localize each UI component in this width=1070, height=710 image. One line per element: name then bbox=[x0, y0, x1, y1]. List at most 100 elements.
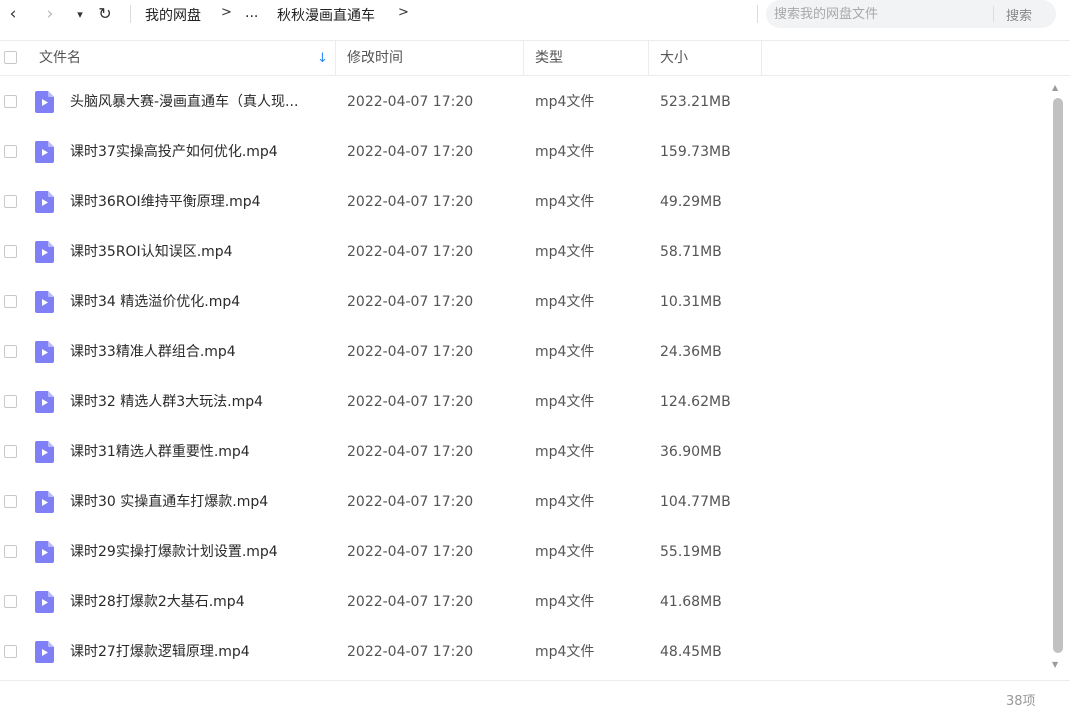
breadcrumb-separator: > bbox=[398, 5, 409, 20]
back-icon[interactable]: ‹ bbox=[3, 4, 23, 24]
row-checkbox[interactable] bbox=[4, 145, 17, 158]
breadcrumb-ellipsis[interactable]: ... bbox=[245, 5, 258, 21]
file-type: mp4文件 bbox=[535, 644, 595, 660]
history-dropdown-icon[interactable]: ▾ bbox=[70, 4, 90, 24]
file-name[interactable]: 课时32 精选人群3大玩法.mp4 bbox=[70, 377, 263, 427]
file-name[interactable]: 课时33精准人群组合.mp4 bbox=[70, 327, 236, 377]
file-size: 55.19MB bbox=[660, 544, 722, 560]
file-type: mp4文件 bbox=[535, 394, 595, 410]
column-header-modified[interactable]: 修改时间 bbox=[347, 41, 403, 76]
file-row[interactable]: 课时35ROI认知误区.mp4 2022-04-07 17:20 mp4文件 58.7… bbox=[0, 227, 1050, 277]
file-name[interactable]: 课时30 实操直通车打爆款.mp4 bbox=[70, 477, 268, 527]
row-checkbox[interactable] bbox=[4, 595, 17, 608]
video-file-icon bbox=[35, 391, 54, 413]
refresh-icon[interactable]: ↻ bbox=[95, 4, 115, 24]
file-size: 124.62MB bbox=[660, 394, 731, 410]
scroll-down-icon[interactable]: ▼ bbox=[1052, 660, 1058, 669]
file-modified-time: 2022-04-07 17:20 bbox=[347, 394, 474, 410]
file-size: 36.90MB bbox=[660, 444, 722, 460]
toolbar-divider bbox=[130, 5, 131, 23]
file-row[interactable]: 头脑风暴大赛-漫画直通车（真人现... 2022-04-07 17:20 mp4文件… bbox=[0, 77, 1050, 127]
video-file-icon bbox=[35, 641, 54, 663]
file-name[interactable]: 课时35ROI认知误区.mp4 bbox=[70, 227, 233, 277]
search-divider bbox=[993, 6, 994, 22]
file-row[interactable]: 课时29实操打爆款计划设置.mp4 2022-04-07 17:20 mp4文件 55… bbox=[0, 527, 1050, 577]
row-checkbox[interactable] bbox=[4, 645, 17, 658]
file-modified-time: 2022-04-07 17:20 bbox=[347, 344, 474, 360]
toolbar-divider bbox=[757, 5, 758, 23]
video-file-icon bbox=[35, 591, 54, 613]
file-type: mp4文件 bbox=[535, 594, 595, 610]
file-row[interactable]: 课时30 实操直通车打爆款.mp4 2022-04-07 17:20 mp4文件 10… bbox=[0, 477, 1050, 527]
row-checkbox[interactable] bbox=[4, 195, 17, 208]
file-name[interactable]: 课时37实操高投产如何优化.mp4 bbox=[70, 127, 278, 177]
file-modified-time: 2022-04-07 17:20 bbox=[347, 494, 474, 510]
file-name[interactable]: 课时29实操打爆款计划设置.mp4 bbox=[70, 527, 278, 577]
video-file-icon bbox=[35, 191, 54, 213]
file-name[interactable]: 课时28打爆款2大基石.mp4 bbox=[70, 577, 245, 627]
file-size: 104.77MB bbox=[660, 494, 731, 510]
column-divider[interactable] bbox=[523, 41, 524, 76]
sort-descending-icon[interactable]: ↓ bbox=[317, 41, 328, 76]
file-row[interactable]: 课时27打爆款逻辑原理.mp4 2022-04-07 17:20 mp4文件 48.4… bbox=[0, 627, 1050, 677]
video-file-icon bbox=[35, 141, 54, 163]
file-type: mp4文件 bbox=[535, 294, 595, 310]
select-all-checkbox[interactable] bbox=[4, 51, 17, 64]
item-count: 38项 bbox=[1006, 694, 1036, 709]
row-checkbox[interactable] bbox=[4, 445, 17, 458]
column-divider[interactable] bbox=[648, 41, 649, 76]
file-size: 49.29MB bbox=[660, 194, 722, 210]
file-list-header: 文件名 ↓ 修改时间 类型 大小 bbox=[0, 40, 1070, 76]
file-type: mp4文件 bbox=[535, 544, 595, 560]
row-checkbox[interactable] bbox=[4, 395, 17, 408]
file-modified-time: 2022-04-07 17:20 bbox=[347, 94, 474, 110]
file-size: 48.45MB bbox=[660, 644, 722, 660]
file-row[interactable]: 课时36ROI维持平衡原理.mp4 2022-04-07 17:20 mp4文件 49… bbox=[0, 177, 1050, 227]
file-size: 24.36MB bbox=[660, 344, 722, 360]
file-type: mp4文件 bbox=[535, 444, 595, 460]
column-divider[interactable] bbox=[761, 41, 762, 76]
file-row[interactable]: 课时31精选人群重要性.mp4 2022-04-07 17:20 mp4文件 36.9… bbox=[0, 427, 1050, 477]
search-input[interactable] bbox=[774, 4, 984, 24]
video-file-icon bbox=[35, 91, 54, 113]
row-checkbox[interactable] bbox=[4, 495, 17, 508]
file-size: 523.21MB bbox=[660, 94, 731, 110]
file-type: mp4文件 bbox=[535, 244, 595, 260]
file-name[interactable]: 课时27打爆款逻辑原理.mp4 bbox=[70, 627, 250, 677]
file-row[interactable]: 课时37实操高投产如何优化.mp4 2022-04-07 17:20 mp4文件 15… bbox=[0, 127, 1050, 177]
file-name[interactable]: 课时36ROI维持平衡原理.mp4 bbox=[70, 177, 261, 227]
search-button[interactable]: 搜索 bbox=[1006, 5, 1032, 24]
column-divider[interactable] bbox=[335, 41, 336, 76]
file-type: mp4文件 bbox=[535, 494, 595, 510]
row-checkbox[interactable] bbox=[4, 545, 17, 558]
video-file-icon bbox=[35, 241, 54, 263]
row-checkbox[interactable] bbox=[4, 295, 17, 308]
file-modified-time: 2022-04-07 17:20 bbox=[347, 544, 474, 560]
file-modified-time: 2022-04-07 17:20 bbox=[347, 144, 474, 160]
column-header-size[interactable]: 大小 bbox=[660, 41, 688, 76]
forward-icon[interactable]: › bbox=[40, 4, 60, 24]
file-name[interactable]: 课时34 精选溢价优化.mp4 bbox=[70, 277, 240, 327]
file-modified-time: 2022-04-07 17:20 bbox=[347, 644, 474, 660]
row-checkbox[interactable] bbox=[4, 345, 17, 358]
column-header-name[interactable]: 文件名 bbox=[39, 41, 81, 76]
file-name[interactable]: 课时31精选人群重要性.mp4 bbox=[70, 427, 250, 477]
video-file-icon bbox=[35, 491, 54, 513]
video-file-icon bbox=[35, 291, 54, 313]
file-type: mp4文件 bbox=[535, 194, 595, 210]
file-modified-time: 2022-04-07 17:20 bbox=[347, 594, 474, 610]
file-row[interactable]: 课时33精准人群组合.mp4 2022-04-07 17:20 mp4文件 24.36… bbox=[0, 327, 1050, 377]
breadcrumb-current[interactable]: 秋秋漫画直通车 bbox=[277, 5, 375, 25]
file-row[interactable]: 课时34 精选溢价优化.mp4 2022-04-07 17:20 mp4文件 10.3… bbox=[0, 277, 1050, 327]
scroll-up-icon[interactable]: ▲ bbox=[1052, 83, 1058, 92]
file-type: mp4文件 bbox=[535, 144, 595, 160]
file-row[interactable]: 课时32 精选人群3大玩法.mp4 2022-04-07 17:20 mp4文件 12… bbox=[0, 377, 1050, 427]
row-checkbox[interactable] bbox=[4, 245, 17, 258]
column-header-type[interactable]: 类型 bbox=[535, 41, 563, 76]
scrollbar-thumb[interactable] bbox=[1053, 98, 1063, 653]
file-name[interactable]: 头脑风暴大赛-漫画直通车（真人现... bbox=[70, 77, 298, 127]
file-row[interactable]: 课时28打爆款2大基石.mp4 2022-04-07 17:20 mp4文件 41.6… bbox=[0, 577, 1050, 627]
file-modified-time: 2022-04-07 17:20 bbox=[347, 294, 474, 310]
breadcrumb-root[interactable]: 我的网盘 bbox=[145, 5, 201, 25]
row-checkbox[interactable] bbox=[4, 95, 17, 108]
